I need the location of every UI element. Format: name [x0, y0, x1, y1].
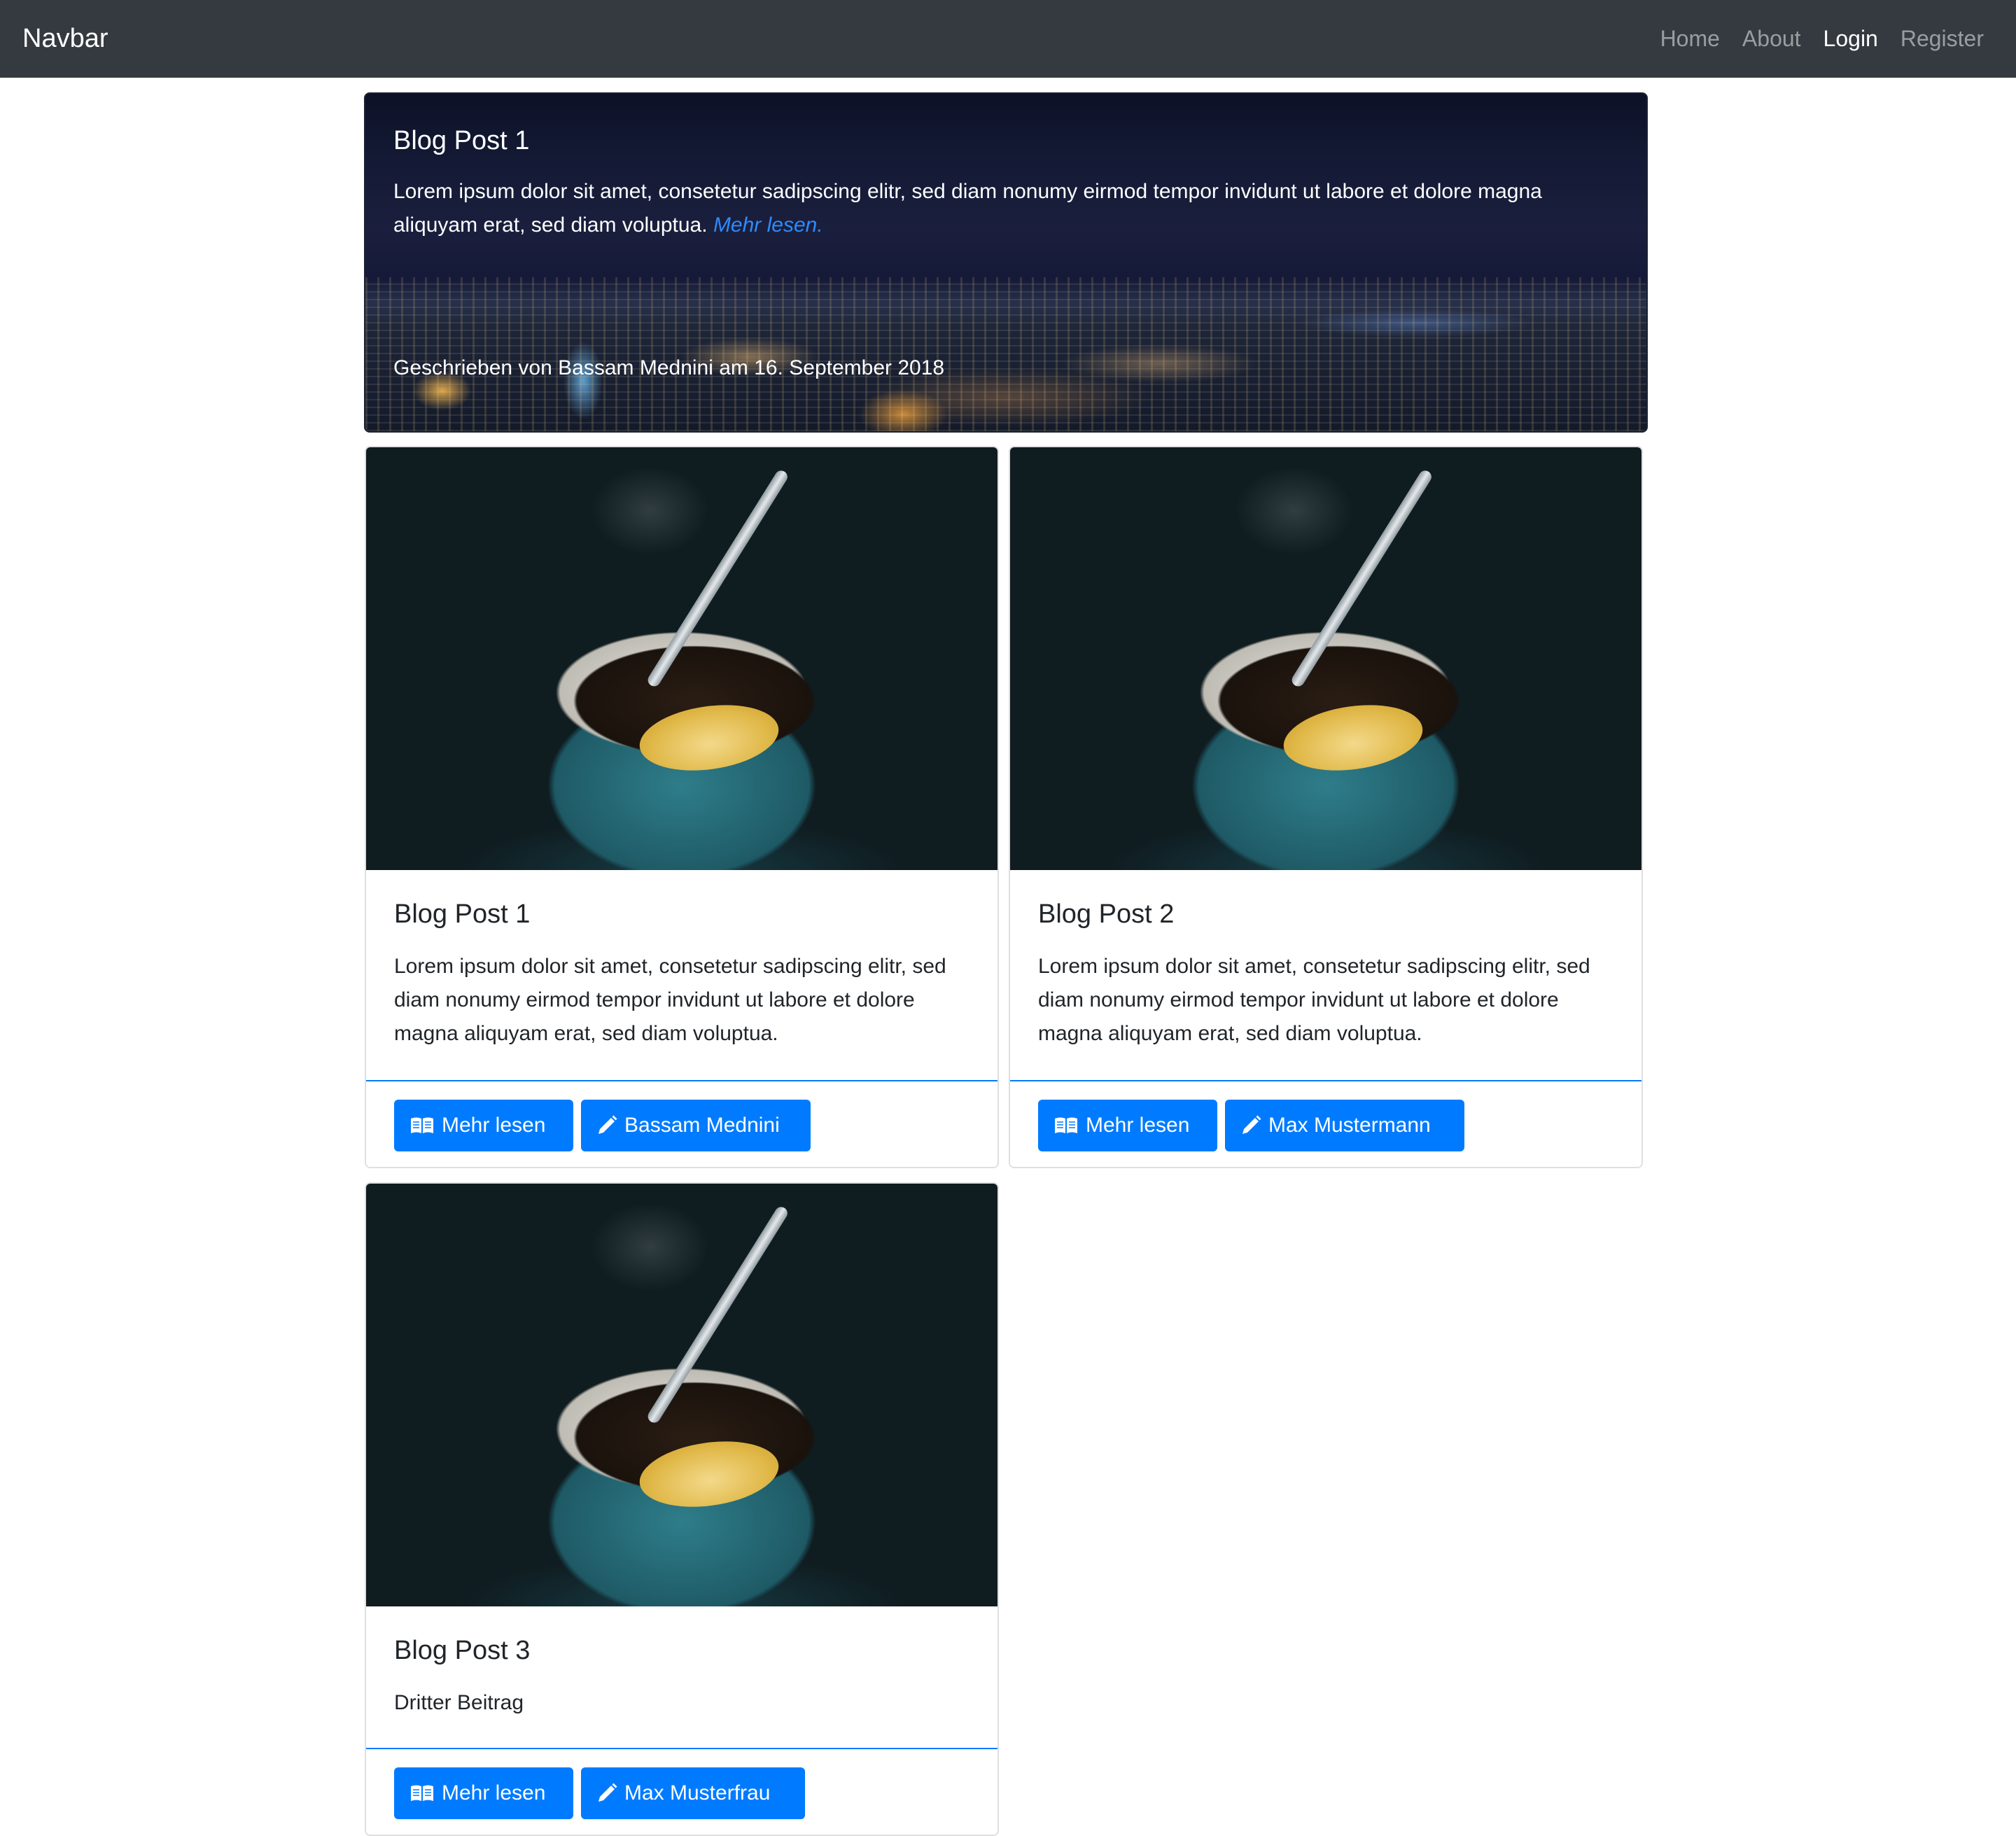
author-button[interactable]: Bassam Mednini	[581, 1100, 811, 1151]
navbar: Navbar Home About Login Register	[0, 0, 2016, 78]
lemon-shape	[635, 1433, 783, 1515]
nav-link-about[interactable]: About	[1742, 21, 1801, 56]
author-button[interactable]: Max Mustermann	[1225, 1100, 1464, 1151]
nav-links: Home About Login Register	[1660, 21, 1984, 56]
read-more-button[interactable]: Mehr lesen	[1038, 1100, 1217, 1151]
read-more-button[interactable]: Mehr lesen	[394, 1767, 573, 1819]
post-title: Blog Post 1	[394, 899, 531, 929]
read-more-label: Mehr lesen	[1086, 1114, 1190, 1137]
read-more-label: Mehr lesen	[442, 1781, 546, 1805]
tea-cup-image	[1010, 447, 1642, 870]
featured-read-more-link[interactable]: Mehr lesen.	[713, 213, 823, 237]
read-more-button[interactable]: Mehr lesen	[394, 1100, 573, 1151]
lemon-shape	[1279, 696, 1427, 779]
navbar-brand[interactable]: Navbar	[22, 21, 108, 56]
featured-post-meta: Geschrieben von Bassam Mednini am 16. Se…	[393, 356, 945, 379]
post-text: Dritter Beitrag	[394, 1691, 524, 1714]
pencil-icon	[598, 1783, 617, 1802]
post-title: Blog Post 3	[394, 1636, 531, 1665]
author-button[interactable]: Max Musterfrau	[581, 1767, 805, 1819]
card-footer: Mehr lesen Max Mustermann	[1010, 1080, 1642, 1167]
card-footer: Mehr lesen Max Musterfrau	[366, 1748, 997, 1835]
tea-cup-image	[366, 447, 997, 870]
book-open-icon	[1055, 1117, 1077, 1133]
spoon-shape	[645, 468, 790, 689]
featured-post-excerpt: Lorem ipsum dolor sit amet, consetetur s…	[393, 180, 1542, 237]
post-card-1: Blog Post 1 Lorem ipsum dolor sit amet, …	[365, 446, 999, 1168]
spoon-shape	[645, 1205, 790, 1425]
author-label: Max Musterfrau	[624, 1781, 771, 1805]
post-text: Lorem ipsum dolor sit amet, consetetur s…	[1038, 955, 1590, 1045]
nav-link-home[interactable]: Home	[1660, 21, 1720, 56]
pencil-icon	[1242, 1115, 1261, 1134]
post-card-3: Blog Post 3 Dritter Beitrag Mehr lesen M…	[365, 1182, 999, 1836]
tea-cup-image	[366, 1184, 997, 1606]
spoon-shape	[1289, 468, 1434, 689]
post-card-2: Blog Post 2 Lorem ipsum dolor sit amet, …	[1009, 446, 1643, 1168]
read-more-label: Mehr lesen	[442, 1114, 546, 1137]
lemon-shape	[635, 696, 783, 779]
nav-link-register[interactable]: Register	[1900, 21, 1984, 56]
nav-link-login[interactable]: Login	[1823, 21, 1878, 56]
featured-post-title: Blog Post 1	[393, 126, 530, 155]
card-footer: Mehr lesen Bassam Mednini	[366, 1080, 997, 1167]
author-label: Bassam Mednini	[624, 1114, 780, 1137]
post-text: Lorem ipsum dolor sit amet, consetetur s…	[394, 955, 946, 1045]
book-open-icon	[411, 1785, 433, 1801]
featured-post-text: Lorem ipsum dolor sit amet, consetetur s…	[393, 175, 1625, 242]
featured-post-banner: Blog Post 1 Lorem ipsum dolor sit amet, …	[364, 92, 1648, 433]
book-open-icon	[411, 1117, 433, 1133]
post-title: Blog Post 2	[1038, 899, 1175, 929]
author-label: Max Mustermann	[1268, 1114, 1431, 1137]
pencil-icon	[598, 1115, 617, 1134]
